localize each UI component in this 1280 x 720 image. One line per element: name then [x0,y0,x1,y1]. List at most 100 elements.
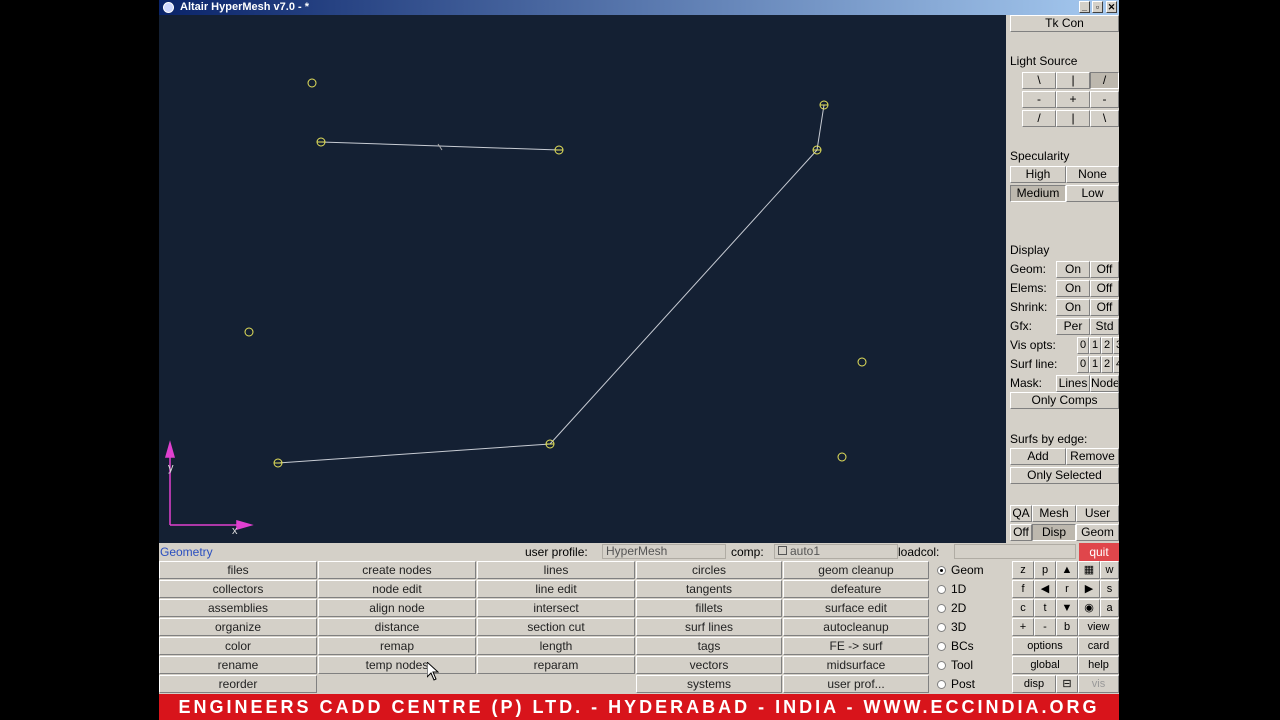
quit-button[interactable]: quit [1079,543,1119,561]
radio-geom[interactable]: Geom [937,563,984,577]
only-selected-button[interactable]: Only Selected [1010,467,1119,484]
menu-color[interactable]: color [159,637,317,655]
elems-on-button[interactable]: On [1056,280,1090,297]
top-button[interactable]: t [1034,599,1056,617]
rotate-up-icon[interactable]: ▲ [1056,561,1078,579]
menu-user-prof[interactable]: user prof... [783,675,929,693]
add-button[interactable]: Add [1010,448,1066,465]
radio-bcs[interactable]: BCs [937,639,974,653]
tab-geom[interactable]: Geom [1076,524,1119,541]
rotate-right-icon[interactable]: ▶ [1078,580,1100,598]
menu-rename[interactable]: rename [159,656,317,674]
menu-vectors[interactable]: vectors [636,656,782,674]
rotate-down-icon[interactable]: ▼ [1056,599,1078,617]
surfline-1-button[interactable]: 1 [1089,356,1101,373]
menu-geom-cleanup[interactable]: geom cleanup [783,561,929,579]
comp-field[interactable]: auto1 [774,544,898,559]
wireframe-button[interactable]: w [1100,561,1119,579]
radio-tool[interactable]: Tool [937,658,973,672]
menu-midsurface[interactable]: midsurface [783,656,929,674]
menu-align-node[interactable]: align node [318,599,476,617]
menu-lines[interactable]: lines [477,561,635,579]
zoom-in-button[interactable]: + [1012,618,1034,636]
zoom-button[interactable]: z [1012,561,1034,579]
surfline-2-button[interactable]: 2 [1101,356,1113,373]
menu-remap[interactable]: remap [318,637,476,655]
geom-off-button[interactable]: Off [1090,261,1119,278]
menu-temp-nodes[interactable]: temp nodes [318,656,476,674]
only-comps-button[interactable]: Only Comps [1010,392,1119,409]
mask-nodes-button[interactable]: Nodes [1090,375,1119,392]
menu-systems[interactable]: systems [636,675,782,693]
radio-2d[interactable]: 2D [937,601,966,615]
menu-line-edit[interactable]: line edit [477,580,635,598]
graphics-viewport[interactable]: y x [159,15,1006,543]
menu-circles[interactable]: circles [636,561,782,579]
help-button[interactable]: help [1078,656,1119,674]
surfline-4-button[interactable]: 4 [1113,356,1119,373]
light-button[interactable]: | [1056,72,1090,89]
loadcol-field[interactable] [954,544,1076,559]
menu-surface-edit[interactable]: surface edit [783,599,929,617]
visopts-2-button[interactable]: 2 [1101,337,1113,354]
menu-files[interactable]: files [159,561,317,579]
menu-tags[interactable]: tags [636,637,782,655]
light-button[interactable]: \ [1022,72,1056,89]
tkcon-button[interactable]: Tk Con [1010,15,1119,32]
remove-button[interactable]: Remove [1066,448,1119,465]
card-button[interactable]: card [1078,637,1119,655]
radio-1d[interactable]: 1D [937,582,966,596]
s-button[interactable]: s [1100,580,1119,598]
tab-disp[interactable]: Disp [1032,524,1076,541]
gfx-std-button[interactable]: Std [1090,318,1119,335]
menu-length[interactable]: length [477,637,635,655]
tab-user[interactable]: User [1076,505,1119,522]
menu-distance[interactable]: distance [318,618,476,636]
light-button[interactable]: \ [1090,110,1119,127]
menu-organize[interactable]: organize [159,618,317,636]
pan-button[interactable]: p [1034,561,1056,579]
global-button[interactable]: global [1012,656,1078,674]
shade-icon[interactable]: ▦ [1078,561,1100,579]
vis-button[interactable]: vis [1078,675,1119,693]
radio-post[interactable]: Post [937,677,975,691]
rotate-left-icon[interactable]: ◀ [1034,580,1056,598]
zoom-out-button[interactable]: - [1034,618,1056,636]
minimize-button[interactable]: _ [1079,1,1090,13]
bottom-button[interactable]: b [1056,618,1078,636]
maximize-button[interactable]: ▫ [1092,1,1103,13]
menu-reparam[interactable]: reparam [477,656,635,674]
visopts-0-button[interactable]: 0 [1077,337,1089,354]
fit-button[interactable]: f [1012,580,1034,598]
tab-off[interactable]: Off [1010,524,1032,541]
geometry-canvas[interactable] [159,15,1006,543]
visopts-3-button[interactable]: 3 [1113,337,1119,354]
menu-create-nodes[interactable]: create nodes [318,561,476,579]
light-button[interactable]: / [1090,72,1119,89]
spin-icon[interactable]: ◉ [1078,599,1100,617]
menu-intersect[interactable]: intersect [477,599,635,617]
surfline-0-button[interactable]: 0 [1077,356,1089,373]
light-button[interactable]: | [1056,110,1090,127]
menu-defeature[interactable]: defeature [783,580,929,598]
tab-qa[interactable]: QA [1010,505,1032,522]
light-button[interactable]: - [1090,91,1119,108]
menu-node-edit[interactable]: node edit [318,580,476,598]
disp-button[interactable]: disp [1012,675,1056,693]
light-button[interactable]: / [1022,110,1056,127]
menu-fillets[interactable]: fillets [636,599,782,617]
geom-on-button[interactable]: On [1056,261,1090,278]
mask-lines-button[interactable]: Lines [1056,375,1090,392]
light-button[interactable]: + [1056,91,1090,108]
center-button[interactable]: c [1012,599,1034,617]
shrink-on-button[interactable]: On [1056,299,1090,316]
menu-surf-lines[interactable]: surf lines [636,618,782,636]
visopts-1-button[interactable]: 1 [1089,337,1101,354]
spec-none-button[interactable]: None [1066,166,1119,183]
menu-fe-to-surf[interactable]: FE -> surf [783,637,929,655]
menu-collectors[interactable]: collectors [159,580,317,598]
view-button[interactable]: view [1078,618,1119,636]
menu-tangents[interactable]: tangents [636,580,782,598]
menu-assemblies[interactable]: assemblies [159,599,317,617]
menu-reorder[interactable]: reorder [159,675,317,693]
